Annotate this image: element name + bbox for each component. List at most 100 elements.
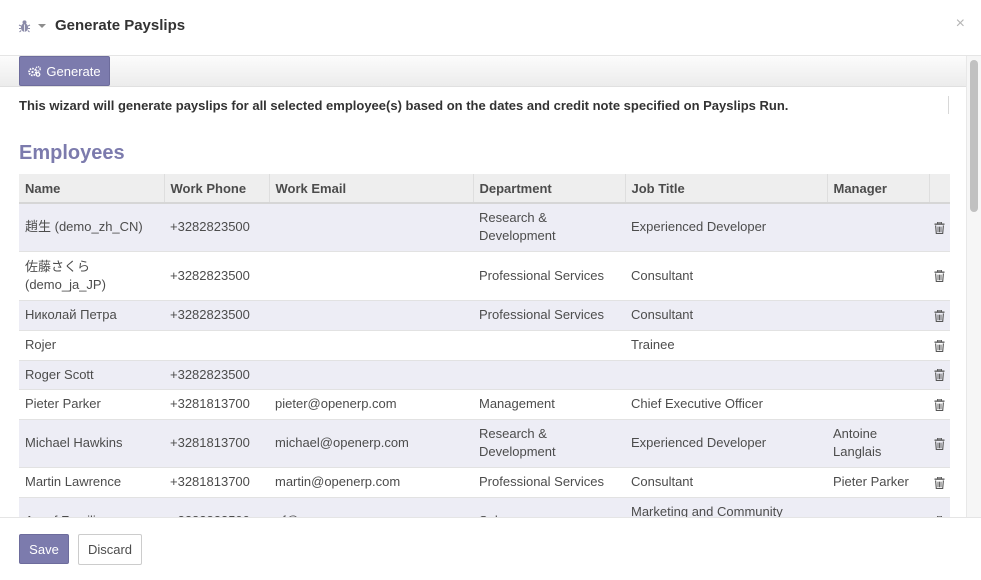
cell-name[interactable]: Assaf Familie	[19, 496, 164, 517]
cell-job-title[interactable]: Marketing and Community Manager	[625, 496, 827, 517]
cell-work-email[interactable]	[269, 250, 473, 300]
table-row[interactable]: 趙生 (demo_zh_CN) +3282823500 Research & Dev…	[19, 202, 950, 251]
cell-work-email[interactable]: pieter@openerp.com	[269, 388, 473, 419]
cell-department[interactable]: Research & Development	[473, 202, 625, 251]
cell-department[interactable]: Professional Services	[473, 250, 625, 300]
table-row[interactable]: Assaf Familie+3282823500af@openerp.comSa…	[19, 496, 950, 517]
cell-department[interactable]: Professional Services	[473, 299, 625, 330]
bug-icon	[18, 20, 31, 33]
cell-department[interactable]: Research & Development	[473, 418, 625, 467]
scrollbar[interactable]	[966, 56, 981, 518]
close-button[interactable]: ×	[956, 16, 965, 32]
table-row[interactable]: Николай Петра +3282823500 Professional Ser…	[19, 299, 950, 330]
cell-manager[interactable]	[827, 359, 929, 389]
cell-manager[interactable]	[827, 388, 929, 419]
table-row[interactable]: Pieter Parker +3281813700 pieter@openerp.c…	[19, 388, 950, 419]
table-header-row: Name Work Phone Work Email Department Jo…	[19, 174, 950, 204]
trash-icon[interactable]	[934, 270, 945, 283]
cell-work-phone[interactable]: +3281813700	[164, 418, 269, 467]
cell-job-title[interactable]: Consultant	[625, 250, 827, 300]
cell-job-title[interactable]: Chief Executive Officer	[625, 388, 827, 419]
delete-row-button[interactable]	[929, 299, 950, 330]
cell-manager[interactable]	[827, 329, 929, 360]
cell-job-title[interactable]: Consultant	[625, 299, 827, 330]
cell-manager[interactable]	[827, 496, 929, 517]
cell-department[interactable]	[473, 359, 625, 389]
cell-name[interactable]: Roger Scott	[19, 359, 164, 389]
cell-department[interactable]	[473, 329, 625, 360]
column-header-work-phone[interactable]: Work Phone	[164, 174, 270, 204]
delete-row-button[interactable]	[929, 250, 950, 300]
cell-department[interactable]: Sales	[473, 496, 625, 517]
cell-name[interactable]: Николай Петра	[19, 299, 164, 330]
trash-icon[interactable]	[934, 437, 945, 450]
scrollbar-thumb[interactable]	[970, 60, 978, 212]
cell-name[interactable]: Michael Hawkins	[19, 418, 164, 467]
dialog-body: This wizard will generate payslips for a…	[0, 87, 966, 517]
cell-manager[interactable]	[827, 299, 929, 330]
cell-work-phone[interactable]: +3282823500	[164, 202, 269, 251]
trash-icon[interactable]	[934, 476, 945, 489]
trash-icon[interactable]	[934, 369, 945, 382]
cell-work-email[interactable]: af@openerp.com	[269, 496, 473, 517]
cell-work-phone[interactable]: +3281813700	[164, 388, 269, 419]
cell-name[interactable]: 佐藤さくら (demo_ja_JP)	[19, 250, 164, 300]
cell-job-title[interactable]: Experienced Developer	[625, 202, 827, 251]
cell-work-phone[interactable]: +3282823500	[164, 299, 269, 330]
discard-button[interactable]: Discard	[78, 534, 142, 565]
table-row[interactable]: Michael Hawkins +3281813700 michael@opener…	[19, 418, 950, 467]
cell-job-title[interactable]	[625, 359, 827, 389]
cell-department[interactable]: Management	[473, 388, 625, 419]
cell-work-email[interactable]	[269, 329, 473, 360]
cell-work-email[interactable]	[269, 359, 473, 389]
delete-row-button[interactable]	[929, 359, 950, 389]
column-header-work-email[interactable]: Work Email	[269, 174, 474, 204]
cell-name[interactable]: 趙生 (demo_zh_CN)	[19, 202, 164, 251]
delete-row-button[interactable]	[929, 329, 950, 360]
cell-name[interactable]: Pieter Parker	[19, 388, 164, 419]
debug-menu-toggle[interactable]	[18, 19, 46, 33]
save-button[interactable]: Save	[19, 534, 69, 564]
column-header-name[interactable]: Name	[19, 174, 165, 204]
delete-row-button[interactable]	[929, 388, 950, 419]
cell-name[interactable]: Martin Lawrence	[19, 466, 164, 497]
cell-manager[interactable]	[827, 250, 929, 300]
cell-work-phone[interactable]: +3281813700	[164, 466, 269, 497]
delete-row-button[interactable]	[929, 418, 950, 467]
cell-department[interactable]: Professional Services	[473, 466, 625, 497]
cell-work-phone[interactable]: +3282823500	[164, 250, 269, 300]
table-row[interactable]: 佐藤さくら (demo_ja_JP) +3282823500 Professiona…	[19, 250, 950, 300]
cell-work-email[interactable]	[269, 299, 473, 330]
table-row[interactable]: Rojer Trainee	[19, 329, 950, 360]
trash-icon[interactable]	[934, 339, 945, 352]
generate-label: Generate	[46, 63, 101, 79]
cell-job-title[interactable]: Trainee	[625, 329, 827, 360]
cell-manager[interactable]: Pieter Parker	[827, 466, 929, 497]
cell-work-phone[interactable]: +3282823500	[164, 496, 269, 517]
cell-name[interactable]: Rojer	[19, 329, 164, 360]
trash-icon[interactable]	[934, 309, 945, 322]
delete-row-button[interactable]	[929, 202, 950, 251]
cell-work-email[interactable]: michael@openerp.com	[269, 418, 473, 467]
column-header-actions	[929, 174, 950, 204]
table-row[interactable]: Roger Scott +3282823500	[19, 359, 950, 389]
column-header-manager[interactable]: Manager	[827, 174, 930, 204]
cell-work-phone[interactable]	[164, 329, 269, 360]
column-header-job-title[interactable]: Job Title	[625, 174, 828, 204]
cell-work-email[interactable]: martin@openerp.com	[269, 466, 473, 497]
table-row[interactable]: Martin Lawrence +3281813700 martin@openerp…	[19, 466, 950, 497]
cell-work-email[interactable]	[269, 202, 473, 251]
column-header-department[interactable]: Department	[473, 174, 626, 204]
cell-job-title[interactable]: Consultant	[625, 466, 827, 497]
trash-icon[interactable]	[934, 221, 945, 234]
delete-row-button[interactable]	[929, 496, 950, 517]
dialog-footer: Save Discard	[0, 517, 981, 580]
cell-work-phone[interactable]: +3282823500	[164, 359, 269, 389]
trash-icon[interactable]	[934, 398, 945, 411]
wizard-description: This wizard will generate payslips for a…	[19, 98, 789, 113]
delete-row-button[interactable]	[929, 466, 950, 497]
cell-manager[interactable]: Antoine Langlais	[827, 418, 929, 467]
cell-manager[interactable]	[827, 202, 929, 251]
generate-button[interactable]: Generate	[19, 56, 110, 86]
cell-job-title[interactable]: Experienced Developer	[625, 418, 827, 467]
